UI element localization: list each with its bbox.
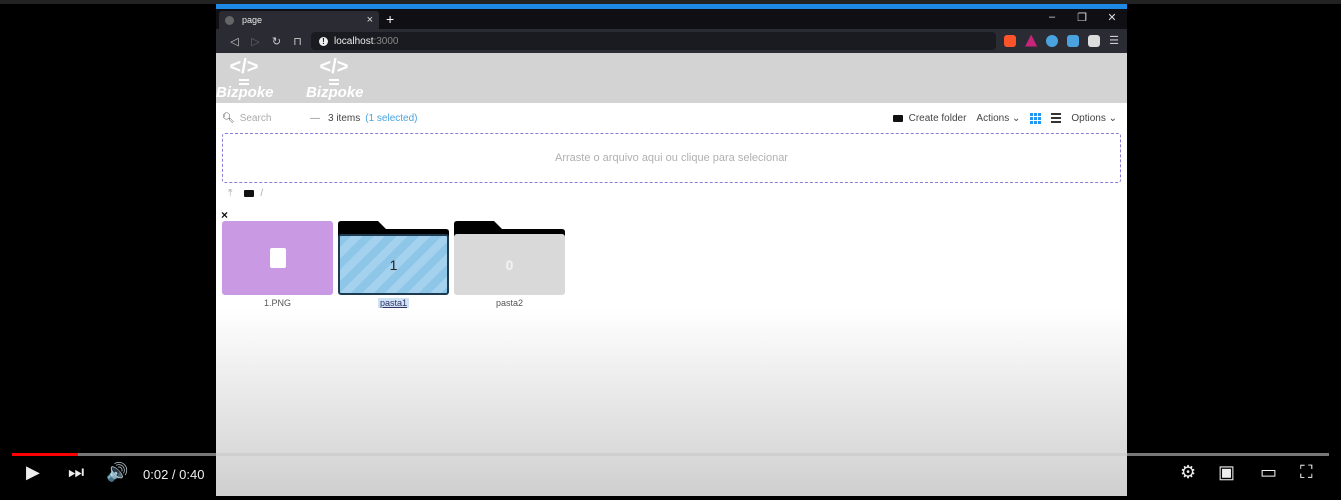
time-display: 0:02 / 0:40 [143,467,205,482]
create-folder-button[interactable]: Create folder [892,112,967,124]
url-port: :3000 [373,35,399,47]
seek-played [12,453,78,456]
dropzone-text: Arraste o arquivo aqui ou clique para se… [555,152,788,164]
browser-tabbar: page × + – ❐ ✕ [216,9,1127,29]
create-folder-label: Create folder [908,112,967,124]
item-count: 3 items [328,112,361,124]
folder-body: 1 [338,234,449,295]
bookmark-icon[interactable]: ⊓ [287,35,308,48]
reload-icon[interactable]: ↻ [266,35,287,48]
volume-icon[interactable]: 🔊 [106,462,128,483]
folder-item[interactable]: 1 pasta1 [338,221,449,308]
restore-icon[interactable]: ❐ [1067,11,1097,24]
breadcrumb: ⤒ / [216,183,1127,203]
grid-view-icon[interactable] [1030,112,1042,124]
browser-navbar: ◁ ▷ ↻ ⊓ ! localhost :3000 ☰ [216,29,1127,53]
up-directory-icon[interactable]: ⤒ [228,188,232,199]
window-controls: – ❐ ✕ [1037,11,1127,24]
item-label[interactable]: pasta1 [338,298,449,308]
new-tab-button[interactable]: + [386,11,394,27]
tab-close-icon[interactable]: × [367,14,373,26]
next-icon[interactable]: ⏭ [68,462,84,483]
puzzle-icon[interactable] [1088,34,1101,47]
logo[interactable]: </> Bizpoke [216,55,274,101]
options-dropdown[interactable]: Options ⌄ [1071,113,1117,124]
video-frame[interactable]: page × + – ❐ ✕ ◁ ▷ ↻ ⊓ ! localhost :3000 [216,4,1127,496]
logo[interactable]: </> Bizpoke [306,55,364,101]
app-header: </> Bizpoke </> Bizpoke [216,53,1127,103]
address-bar[interactable]: ! localhost :3000 [311,32,996,50]
brave-rewards-icon[interactable] [1025,34,1038,47]
folder-thumbnail: 1 [338,221,449,295]
item-label-text: pasta1 [377,298,410,308]
menu-icon[interactable]: ☰ [1109,34,1119,47]
logo-code-icon: </> [319,56,349,78]
search-icon: 🔍︎ [222,112,235,124]
fullscreen-icon[interactable]: ⛶ [1300,462,1313,483]
folder-thumbnail: 0 [454,221,565,295]
play-icon[interactable]: ▶ [26,462,40,483]
forward-icon[interactable]: ▷ [245,35,266,48]
settings-icon[interactable]: ⚙ [1180,462,1196,483]
info-icon[interactable]: ! [319,36,328,46]
file-thumbnail [222,221,333,295]
logo-text: Bizpoke [216,84,274,101]
file-grid: 1.PNG 1 pasta1 0 pasta2 [222,221,565,308]
logo-code-icon: </> [229,56,259,78]
folder-plus-icon [892,114,903,122]
actions-dropdown[interactable]: Actions ⌄ [976,113,1020,124]
folder-body: 0 [454,234,565,295]
url-host: localhost [334,35,374,47]
globe-icon [225,15,234,25]
browser-tab[interactable]: page × [219,11,379,29]
folder-count: 0 [505,256,514,273]
file-manager-toolbar: 🔍︎ Search — 3 items (1 selected) Create … [216,103,1127,133]
brave-shield-icon[interactable] [1004,34,1017,47]
item-label: pasta2 [495,298,524,308]
close-window-icon[interactable]: ✕ [1097,11,1127,24]
collapse-icon[interactable]: — [310,113,320,124]
folder-item[interactable]: 0 pasta2 [454,221,565,308]
extensions: ☰ [1004,34,1119,47]
extension-icon[interactable] [1067,34,1080,47]
video-player[interactable]: page × + – ❐ ✕ ◁ ▷ ↻ ⊓ ! localhost :3000 [0,0,1341,500]
item-label: 1.PNG [263,298,291,308]
image-file-icon [269,248,286,268]
folder-count: 1 [389,256,398,273]
search-placeholder: Search [239,112,272,124]
minimize-icon[interactable]: – [1037,11,1067,24]
file-item[interactable]: 1.PNG [222,221,333,308]
selected-count[interactable]: (1 selected) [365,113,417,124]
upload-dropzone[interactable]: Arraste o arquivo aqui ou clique para se… [222,133,1121,183]
folder-icon [244,189,255,197]
seek-bar[interactable] [12,453,1329,456]
clear-selection-icon[interactable]: × [221,208,228,222]
breadcrumb-root[interactable]: / [244,188,263,199]
miniplayer-icon[interactable]: ▣ [1218,462,1235,483]
player-controls: ▶ ⏭ 🔊 0:02 / 0:40 ⚙ ▣ ▭ ⛶ [0,450,1341,500]
extension-icon[interactable] [1046,34,1059,47]
breadcrumb-path: / [260,187,264,199]
list-view-icon[interactable] [1051,113,1062,123]
logo-text: Bizpoke [306,84,364,101]
search-input[interactable]: 🔍︎ Search [222,113,310,124]
back-icon[interactable]: ◁ [224,35,245,48]
theater-mode-icon[interactable]: ▭ [1260,462,1277,483]
tab-title: page [242,15,263,25]
